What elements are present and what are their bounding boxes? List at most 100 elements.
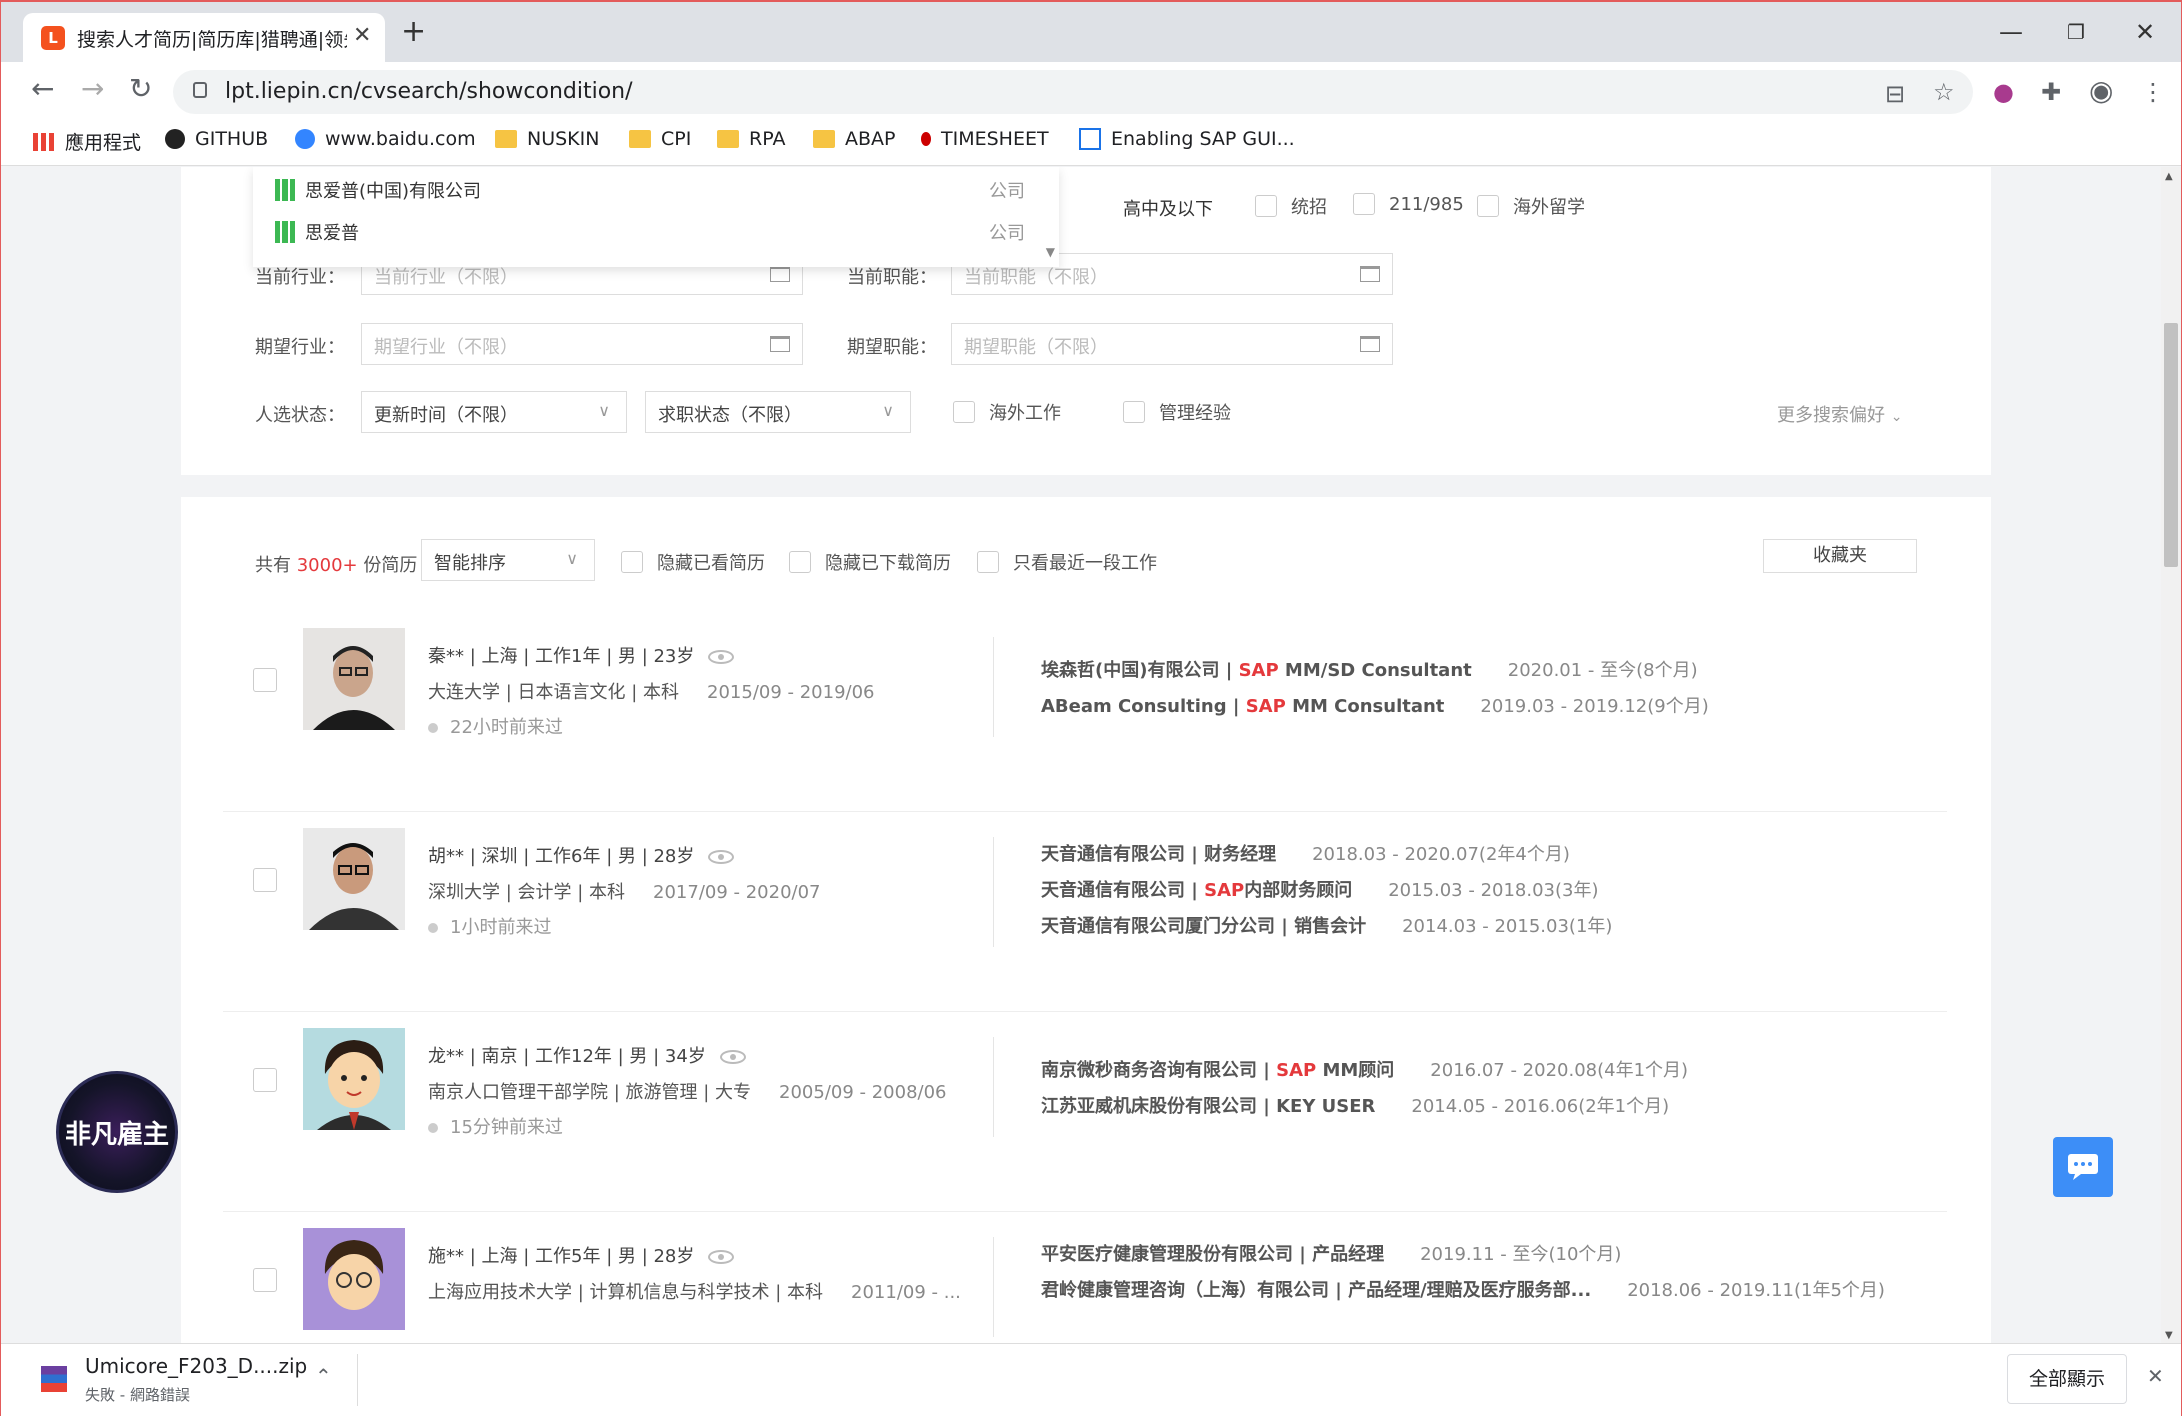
- reload-icon[interactable]: ↻: [129, 72, 152, 105]
- scroll-down-icon[interactable]: ▼: [1046, 245, 1055, 259]
- extension-avatar-icon[interactable]: ●: [1993, 78, 2014, 106]
- forward-icon[interactable]: →: [81, 72, 104, 105]
- expected-industry-input[interactable]: 期望行业（不限）: [361, 323, 803, 365]
- minimize-icon[interactable]: —: [1999, 18, 2023, 46]
- bookmark-label: Enabling SAP GUI...: [1111, 128, 1295, 150]
- exp-date: 2014.05 - 2016.06(2年1个月): [1411, 1096, 1670, 1117]
- back-icon[interactable]: ←: [31, 72, 54, 105]
- candidate-avatar[interactable]: [303, 1228, 405, 1330]
- candidate-row[interactable]: 秦** | 上海 | 工作1年 | 男 | 23岁 大连大学 | 日本语言文化 …: [223, 612, 1947, 812]
- exp-date: 2019.11 - 至今(10个月): [1420, 1244, 1622, 1265]
- expected-func-input[interactable]: 期望职能（不限）: [951, 323, 1393, 365]
- bookmark-star-icon[interactable]: ☆: [1933, 78, 1955, 106]
- address-bar[interactable]: lpt.liepin.cn/cvsearch/showcondition/ ⊟ …: [173, 70, 1973, 114]
- bookmark-nuskin[interactable]: NUSKIN: [495, 128, 599, 150]
- check-tongzhao[interactable]: 统招: [1255, 193, 1327, 219]
- candidate-row[interactable]: 龙** | 南京 | 工作12年 | 男 | 34岁 南京人口管理干部学院 | …: [223, 1012, 1947, 1212]
- bookmark-abap[interactable]: ABAP: [813, 128, 896, 150]
- check-211-985[interactable]: 211/985: [1353, 193, 1464, 215]
- sort-select[interactable]: 智能排序 ∨: [421, 539, 595, 581]
- more-prefs-link[interactable]: 更多搜索偏好 ⌄: [1777, 401, 1902, 427]
- candidate-basic[interactable]: 施** | 上海 | 工作5年 | 男 | 28岁: [428, 1242, 735, 1268]
- candidate-avatar[interactable]: [303, 1028, 405, 1130]
- close-tab-icon[interactable]: ✕: [353, 23, 371, 48]
- menu-icon[interactable]: ⋮: [2141, 78, 2165, 106]
- candidate-basic[interactable]: 胡** | 深圳 | 工作6年 | 男 | 28岁: [428, 842, 735, 868]
- check-label: 只看最近一段工作: [1013, 553, 1157, 574]
- bookmark-apps[interactable]: 應用程式: [33, 128, 141, 155]
- show-all-button[interactable]: 全部顯示: [2007, 1354, 2127, 1404]
- favorites-button[interactable]: 收藏夹: [1763, 539, 1917, 573]
- profile-icon[interactable]: ◉: [2089, 74, 2113, 107]
- chat-button[interactable]: [2053, 1137, 2113, 1197]
- checkbox[interactable]: [1255, 195, 1277, 217]
- row-checkbox[interactable]: [253, 668, 277, 692]
- check-hide-downloaded[interactable]: 隐藏已下载简历: [789, 549, 951, 575]
- check-hide-viewed[interactable]: 隐藏已看简历: [621, 549, 765, 575]
- chevron-down-icon: ⌄: [1890, 409, 1903, 425]
- close-download-bar-icon[interactable]: ✕: [2147, 1364, 2164, 1388]
- page-scrollbar[interactable]: ▲ ▼: [2161, 167, 2181, 1343]
- candidate-photo[interactable]: [303, 828, 405, 930]
- bookmark-github[interactable]: GITHUB: [165, 128, 268, 150]
- row-checkbox[interactable]: [253, 1068, 277, 1092]
- employer-badge[interactable]: 非凡雇主: [56, 1071, 178, 1193]
- candidate-row[interactable]: 胡** | 深圳 | 工作6年 | 男 | 28岁 深圳大学 | 会计学 | 本…: [223, 812, 1947, 1012]
- job-status-select[interactable]: 求职状态（不限） ∨: [645, 391, 911, 433]
- autocomplete-item[interactable]: 思爱普: [275, 219, 1035, 245]
- eye-icon: [719, 1050, 746, 1064]
- exp-company: 君岭健康管理咨询（上海）有限公司 | 产品经理/理赔及医疗服务部...: [1041, 1280, 1592, 1301]
- eye-icon: [708, 650, 735, 664]
- bookmark-timesheet[interactable]: TIMESHEET: [921, 128, 1049, 150]
- check-overseas-work[interactable]: 海外工作: [953, 399, 1061, 425]
- chevron-down-icon: ∨: [882, 401, 894, 420]
- checkbox[interactable]: [789, 551, 811, 573]
- checkbox[interactable]: [977, 551, 999, 573]
- candidate-basic[interactable]: 龙** | 南京 | 工作12年 | 男 | 34岁: [428, 1042, 746, 1068]
- scrollbar-thumb[interactable]: [2164, 323, 2178, 567]
- checkbox[interactable]: [1477, 195, 1499, 217]
- extensions-puzzle-icon[interactable]: ✚: [2041, 78, 2061, 106]
- candidate-row[interactable]: 施** | 上海 | 工作5年 | 男 | 28岁 上海应用技术大学 | 计算机…: [223, 1212, 1947, 1343]
- candidate-active: 1小时前来过: [428, 913, 551, 939]
- bookmark-enabling-sap[interactable]: Enabling SAP GUI...: [1079, 128, 1295, 150]
- bookmark-rpa[interactable]: RPA: [717, 128, 785, 150]
- building-icon: [275, 221, 295, 243]
- count-number: 3000+: [296, 555, 358, 576]
- chevron-up-icon[interactable]: ⌃: [315, 1364, 332, 1388]
- scroll-up-icon[interactable]: ▲: [2165, 171, 2173, 182]
- check-overseas-study[interactable]: 海外留学: [1477, 193, 1585, 219]
- check-recent-only[interactable]: 只看最近一段工作: [977, 549, 1157, 575]
- translate-icon[interactable]: ⊟: [1885, 80, 1905, 108]
- exp-keyword: SAP: [1238, 660, 1279, 681]
- new-tab-icon[interactable]: +: [401, 17, 426, 47]
- candidate-basic[interactable]: 秦** | 上海 | 工作1年 | 男 | 23岁: [428, 642, 735, 668]
- building-icon: [275, 179, 295, 201]
- bookmark-cpi[interactable]: CPI: [629, 128, 691, 150]
- checkbox[interactable]: [953, 401, 975, 423]
- checkbox[interactable]: [621, 551, 643, 573]
- autocomplete-item[interactable]: 思爱普(中国)有限公司: [275, 177, 1035, 203]
- checkbox[interactable]: [1123, 401, 1145, 423]
- bookmark-baidu[interactable]: www.baidu.com: [295, 128, 476, 150]
- archive-file-icon: [41, 1366, 67, 1392]
- edu-option[interactable]: 高中及以下: [1123, 195, 1213, 221]
- edu-info: 上海应用技术大学 | 计算机信息与科学技术 | 本科: [428, 1282, 824, 1303]
- close-window-icon[interactable]: ✕: [2135, 18, 2155, 46]
- restore-icon[interactable]: ❐: [2067, 20, 2085, 44]
- folder-icon: [629, 130, 651, 148]
- edu-period: 2005/09 - 2008/06: [779, 1082, 947, 1103]
- check-label: 海外留学: [1513, 197, 1585, 218]
- download-filename[interactable]: Umicore_F203_D....zip: [85, 1354, 307, 1378]
- checkbox[interactable]: [1353, 193, 1375, 215]
- scroll-down-icon[interactable]: ▼: [2165, 1330, 2173, 1341]
- update-time-select[interactable]: 更新时间（不限） ∨: [361, 391, 627, 433]
- check-management[interactable]: 管理经验: [1123, 399, 1231, 425]
- browser-tab[interactable]: L 搜索人才简历|简历库|猎聘通|领先 ✕: [23, 13, 385, 62]
- row-checkbox[interactable]: [253, 868, 277, 892]
- row-checkbox[interactable]: [253, 1268, 277, 1292]
- liepin-favicon: L: [41, 26, 65, 50]
- candidate-photo[interactable]: [303, 628, 405, 730]
- basic-info: 胡** | 深圳 | 工作6年 | 男 | 28岁: [428, 846, 695, 867]
- edu-period: 2011/09 - ...: [851, 1282, 961, 1303]
